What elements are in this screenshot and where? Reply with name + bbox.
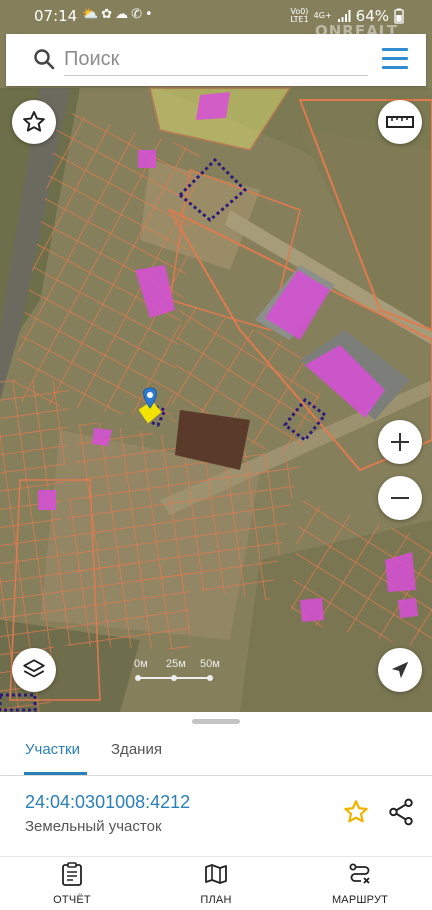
watermark: ONREALT (314, 22, 398, 40)
cloud-sun-icon: ⛅ (82, 7, 102, 22)
scale-label-50: 50м (200, 658, 220, 670)
nav-plan[interactable]: ПЛАН (161, 862, 271, 906)
tab-buildings[interactable]: Здания (111, 741, 162, 758)
scale-bar (135, 675, 213, 681)
dot-icon: • (145, 7, 156, 22)
map-view[interactable]: 0м 25м 50м (0, 0, 432, 712)
nav-plan-label: ПЛАН (200, 894, 232, 906)
favorites-star-button[interactable] (12, 100, 56, 144)
sheet-drag-handle[interactable] (192, 719, 240, 724)
nav-route[interactable]: МАРШРУТ (305, 862, 415, 906)
volte-indicator: Vo0) LTE1 (290, 8, 308, 24)
navigation-arrow-icon (391, 661, 409, 679)
network-type: 4G+ (313, 11, 332, 20)
zoom-in-button[interactable] (378, 420, 422, 464)
scale-label-25: 25м (166, 658, 186, 670)
tab-parcels[interactable]: Участки (25, 741, 80, 758)
notification-icons: ⛅✿☁✆• (82, 7, 156, 22)
nav-report-label: ОТЧЁТ (53, 894, 91, 906)
hamburger-menu-icon[interactable] (382, 48, 408, 70)
ruler-icon (386, 116, 414, 128)
bottom-sheet[interactable]: Участки Здания 24:04:0301008:4212 Земель… (0, 712, 432, 910)
my-location-button[interactable] (378, 648, 422, 692)
report-clipboard-icon (62, 862, 82, 886)
flower-icon: ✿ (101, 7, 116, 22)
star-outline-icon[interactable] (342, 798, 370, 826)
tab-bar: Участки Здания (0, 726, 432, 776)
layers-button[interactable] (12, 648, 56, 692)
route-icon (349, 863, 370, 884)
search-icon[interactable] (32, 47, 56, 71)
status-time: 07:14 (34, 7, 78, 25)
zoom-in-icon (391, 433, 409, 451)
layers-icon (23, 659, 45, 678)
active-tab-indicator (24, 772, 87, 775)
search-bar[interactable]: Поиск (6, 34, 426, 86)
lte-label: LTE1 (290, 15, 309, 24)
parcel-type: Земельный участок (25, 818, 162, 835)
satellite-map[interactable] (0, 0, 432, 712)
signal-icon (337, 10, 351, 22)
map-plan-icon (205, 864, 227, 884)
zoom-out-icon (391, 497, 409, 499)
scale-label-0: 0м (134, 658, 148, 670)
divider (0, 856, 432, 857)
search-input[interactable]: Поиск (64, 46, 368, 76)
share-icon[interactable] (388, 798, 414, 826)
ruler-button[interactable] (378, 100, 422, 144)
nav-report[interactable]: ОТЧЁТ (17, 862, 127, 906)
whatsapp-icon: ✆ (131, 7, 145, 22)
zoom-out-button[interactable] (378, 476, 422, 520)
map-scale: 0м 25м 50м (132, 658, 232, 687)
star-outline-icon (23, 111, 45, 132)
nav-route-label: МАРШРУТ (331, 894, 389, 906)
cloud-icon: ☁ (115, 7, 132, 22)
cadastral-number-link[interactable]: 24:04:0301008:4212 (25, 792, 190, 813)
